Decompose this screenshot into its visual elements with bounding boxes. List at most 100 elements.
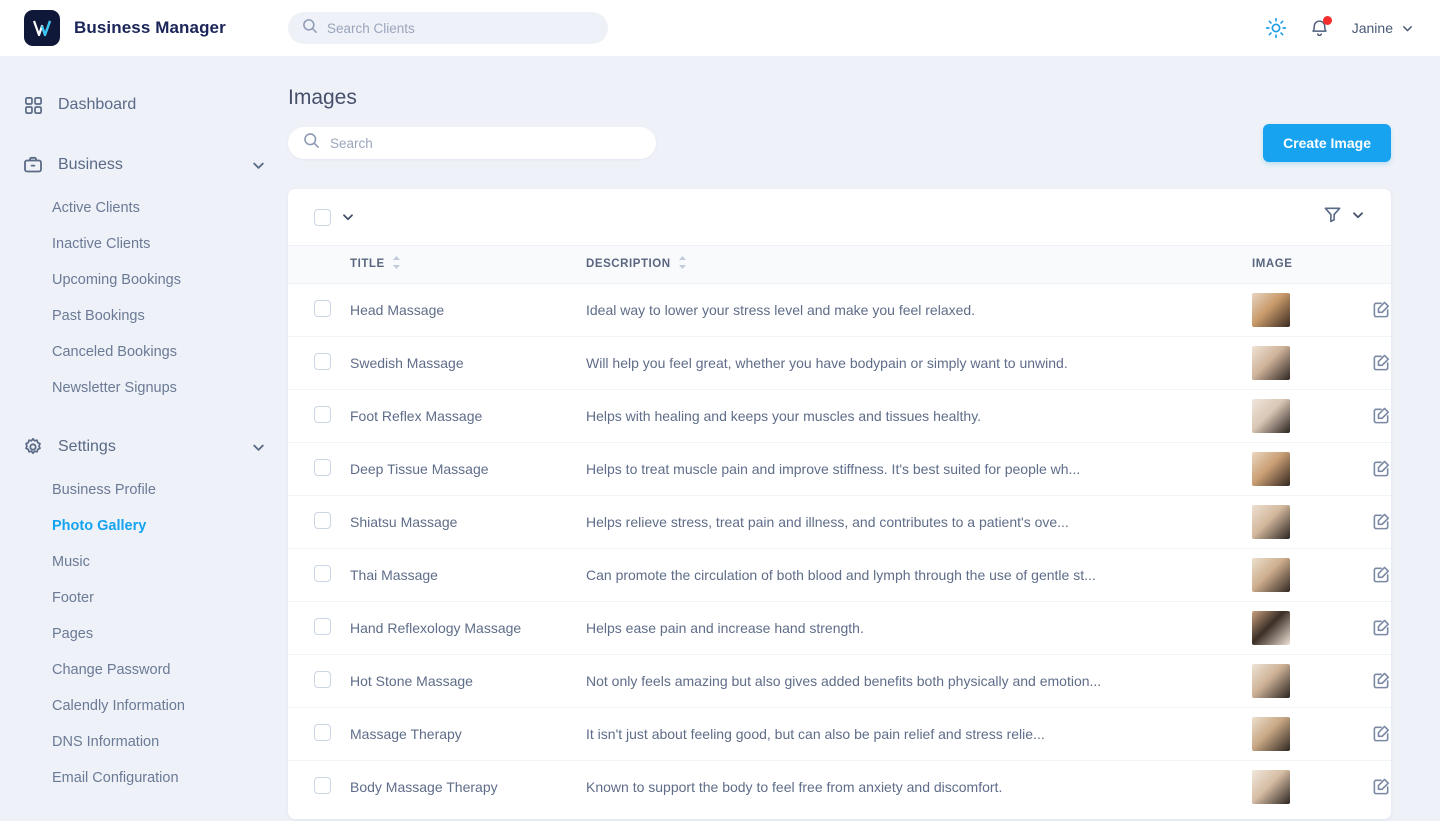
sidebar-item-canceled-bookings[interactable]: Canceled Bookings	[0, 334, 288, 370]
row-checkbox[interactable]	[314, 724, 331, 741]
theme-sun-icon[interactable]	[1265, 17, 1287, 39]
table-row[interactable]: Hand Reflexology MassageHelps ease pain …	[288, 601, 1391, 654]
sidebar-item-label: Inactive Clients	[52, 236, 150, 252]
row-image-cell	[1252, 389, 1372, 442]
row-checkbox[interactable]	[314, 671, 331, 688]
row-checkbox-cell	[288, 654, 350, 707]
edit-icon[interactable]	[1372, 618, 1391, 637]
filter-control[interactable]	[1323, 205, 1365, 229]
row-checkbox[interactable]	[314, 353, 331, 370]
edit-icon[interactable]	[1372, 300, 1391, 319]
sidebar-item-calendly-information[interactable]: Calendly Information	[0, 688, 288, 724]
sort-icon[interactable]	[678, 255, 687, 273]
row-checkbox[interactable]	[314, 565, 331, 582]
row-checkbox-cell	[288, 601, 350, 654]
sidebar-item-music[interactable]: Music	[0, 544, 288, 580]
row-checkbox[interactable]	[314, 618, 331, 635]
table-row[interactable]: Body Massage TherapyKnown to support the…	[288, 760, 1391, 813]
sidebar-item-label: Active Clients	[52, 200, 140, 216]
sidebar-item-email-configuration[interactable]: Email Configuration	[0, 760, 288, 796]
header-description[interactable]: DESCRIPTION	[586, 246, 1252, 283]
header-title[interactable]: TITLE	[350, 246, 586, 283]
edit-icon[interactable]	[1372, 777, 1391, 796]
row-description: Ideal way to lower your stress level and…	[586, 283, 1252, 336]
row-checkbox-cell	[288, 336, 350, 389]
edit-icon[interactable]	[1372, 724, 1391, 743]
sidebar-item-dashboard[interactable]: Dashboard	[0, 86, 288, 124]
brand: Business Manager	[0, 10, 264, 46]
row-title: Shiatsu Massage	[350, 495, 586, 548]
sidebar-item-inactive-clients[interactable]: Inactive Clients	[0, 226, 288, 262]
sidebar-item-dns-information[interactable]: DNS Information	[0, 724, 288, 760]
edit-icon[interactable]	[1372, 671, 1391, 690]
create-image-button[interactable]: Create Image	[1263, 124, 1391, 162]
row-description: Can promote the circulation of both bloo…	[586, 548, 1252, 601]
sidebar-item-business[interactable]: Business	[0, 146, 288, 184]
table-row[interactable]: Head MassageIdeal way to lower your stre…	[288, 283, 1391, 336]
spacer	[0, 410, 288, 428]
table-row[interactable]: Thai MassageCan promote the circulation …	[288, 548, 1391, 601]
sidebar-item-footer[interactable]: Footer	[0, 580, 288, 616]
main-content: Images Create Image	[288, 56, 1440, 821]
row-title: Head Massage	[350, 283, 586, 336]
row-checkbox[interactable]	[314, 777, 331, 794]
row-description: Not only feels amazing but also gives ad…	[586, 654, 1252, 707]
filter-chevron-down-icon[interactable]	[1351, 208, 1365, 227]
row-title: Deep Tissue Massage	[350, 442, 586, 495]
filter-icon[interactable]	[1323, 205, 1342, 229]
sort-icon[interactable]	[392, 255, 401, 273]
sidebar-item-pages[interactable]: Pages	[0, 616, 288, 652]
client-search-input[interactable]	[327, 21, 594, 36]
app-logo-icon	[24, 10, 60, 46]
row-description: Known to support the body to feel free f…	[586, 760, 1252, 813]
spacer	[0, 128, 288, 146]
sidebar-item-business-profile[interactable]: Business Profile	[0, 472, 288, 508]
row-title: Hand Reflexology Massage	[350, 601, 586, 654]
images-search-box[interactable]	[288, 127, 656, 159]
row-checkbox[interactable]	[314, 300, 331, 317]
row-thumbnail-image	[1252, 399, 1290, 433]
user-menu-button[interactable]: Janine	[1352, 20, 1414, 36]
sidebar-item-upcoming-bookings[interactable]: Upcoming Bookings	[0, 262, 288, 298]
gear-icon	[22, 437, 44, 457]
chevron-down-icon[interactable]	[251, 158, 266, 173]
sidebar-item-photo-gallery[interactable]: Photo Gallery	[0, 508, 288, 544]
row-description: It isn't just about feeling good, but ca…	[586, 707, 1252, 760]
row-thumbnail-image	[1252, 505, 1290, 539]
sidebar-item-label: Calendly Information	[52, 698, 185, 714]
row-checkbox-cell	[288, 548, 350, 601]
table-row[interactable]: Deep Tissue MassageHelps to treat muscle…	[288, 442, 1391, 495]
bulk-actions-chevron-down-icon[interactable]	[341, 210, 355, 224]
sidebar-group-dashboard: Dashboard	[0, 86, 288, 124]
table-row[interactable]: Hot Stone MassageNot only feels amazing …	[288, 654, 1391, 707]
sidebar-item-past-bookings[interactable]: Past Bookings	[0, 298, 288, 334]
row-checkbox[interactable]	[314, 459, 331, 476]
row-checkbox[interactable]	[314, 406, 331, 423]
row-image-cell	[1252, 283, 1372, 336]
sidebar-item-label: Settings	[58, 438, 116, 456]
edit-icon[interactable]	[1372, 512, 1391, 531]
select-all-checkbox[interactable]	[314, 209, 331, 226]
edit-icon[interactable]	[1372, 353, 1391, 372]
row-description: Will help you feel great, whether you ha…	[586, 336, 1252, 389]
edit-icon[interactable]	[1372, 459, 1391, 478]
row-actions-cell	[1372, 601, 1391, 654]
client-search-box[interactable]	[288, 12, 608, 44]
sidebar-item-change-password[interactable]: Change Password	[0, 652, 288, 688]
sidebar-item-newsletter-signups[interactable]: Newsletter Signups	[0, 370, 288, 406]
row-actions-cell	[1372, 283, 1391, 336]
row-image-cell	[1252, 495, 1372, 548]
table-row[interactable]: Shiatsu MassageHelps relieve stress, tre…	[288, 495, 1391, 548]
table-row[interactable]: Swedish MassageWill help you feel great,…	[288, 336, 1391, 389]
notifications-button[interactable]	[1309, 18, 1330, 39]
images-search-input[interactable]	[330, 136, 641, 151]
table-row[interactable]: Foot Reflex MassageHelps with healing an…	[288, 389, 1391, 442]
table-body: Head MassageIdeal way to lower your stre…	[288, 283, 1391, 813]
table-row[interactable]: Massage TherapyIt isn't just about feeli…	[288, 707, 1391, 760]
chevron-down-icon[interactable]	[251, 440, 266, 455]
edit-icon[interactable]	[1372, 565, 1391, 584]
sidebar-item-settings[interactable]: Settings	[0, 428, 288, 466]
sidebar-item-active-clients[interactable]: Active Clients	[0, 190, 288, 226]
edit-icon[interactable]	[1372, 406, 1391, 425]
row-checkbox[interactable]	[314, 512, 331, 529]
